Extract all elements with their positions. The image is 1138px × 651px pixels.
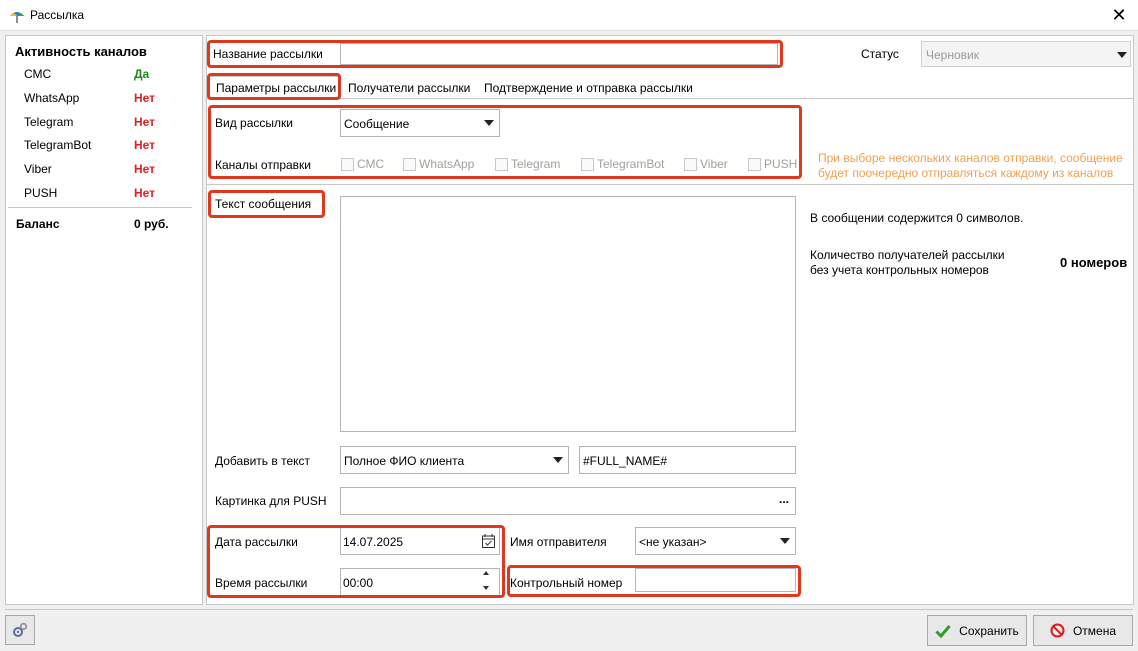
mailing-name-label: Название рассылки (213, 47, 323, 61)
send-channels-label: Каналы отправки (215, 158, 312, 172)
checkbox-whatsapp-label: WhatsApp (419, 157, 475, 171)
check-icon (935, 624, 951, 638)
section-divider (207, 184, 1133, 185)
checkbox-telegram[interactable] (495, 158, 508, 171)
checkbox-push[interactable] (748, 158, 761, 171)
push-image-field[interactable]: ... (340, 487, 796, 515)
gears-icon (13, 622, 28, 637)
channel-name-viber: Viber (24, 162, 52, 176)
cancel-icon (1050, 623, 1065, 638)
channel-status-sms: Да (134, 67, 150, 81)
channels-hint-line1: При выборе нескольких каналов отправки, … (818, 151, 1123, 165)
status-select[interactable]: Черновик (921, 41, 1131, 67)
mailing-type-value: Сообщение (344, 117, 410, 131)
close-icon: ✕ (1111, 5, 1127, 25)
spin-down-icon[interactable] (483, 586, 489, 590)
checkbox-viber[interactable] (684, 158, 697, 171)
channels-hint-line2: будет поочередно отправляться каждому из… (818, 166, 1114, 180)
checkbox-viber-label: Viber (700, 157, 728, 171)
message-text-area[interactable] (340, 196, 796, 432)
tab-recipients[interactable]: Получатели рассылки (348, 81, 470, 95)
checkbox-telegrambot[interactable] (581, 158, 594, 171)
placeholder-tag-field[interactable]: #FULL_NAME# (579, 446, 796, 474)
channel-status-viber: Нет (134, 162, 156, 176)
sender-name-select[interactable]: <не указан> (635, 527, 796, 555)
channel-status-whatsapp: Нет (134, 91, 156, 105)
spin-up-icon[interactable] (483, 571, 489, 575)
chevron-down-icon (553, 457, 563, 463)
channel-status-telegrambot: Нет (134, 138, 156, 152)
checkbox-push-label: PUSH (764, 157, 798, 171)
save-button-label: Сохранить (959, 623, 1019, 638)
tab-params-label: Параметры рассылки (216, 81, 337, 95)
cancel-button[interactable]: Отмена (1033, 615, 1133, 646)
message-text-label: Текст сообщения (215, 197, 312, 211)
channel-name-telegrambot: TelegramBot (24, 138, 92, 152)
channel-name-push: PUSH (24, 186, 58, 200)
checkbox-telegrambot-label: TelegramBot (597, 157, 665, 171)
add-to-text-value: Полное ФИО клиента (344, 454, 465, 468)
balance-value: 0 руб. (134, 217, 169, 231)
cancel-button-label: Отмена (1072, 623, 1117, 638)
send-date-label: Дата рассылки (215, 535, 298, 549)
mailing-type-label: Вид рассылки (215, 116, 293, 130)
send-date-picker[interactable]: 14.07.2025 (340, 527, 500, 555)
mailing-type-select[interactable]: Сообщение (340, 109, 500, 137)
channel-name-telegram: Telegram (24, 115, 74, 129)
add-to-text-label: Добавить в текст (215, 454, 310, 468)
checkbox-whatsapp[interactable] (403, 158, 416, 171)
title-bar (0, 0, 1138, 31)
send-time-value: 00:00 (343, 576, 374, 590)
checkbox-sms-label: СМС (357, 157, 385, 171)
add-to-text-select[interactable]: Полное ФИО клиента (340, 446, 569, 474)
footer-divider (5, 609, 1133, 610)
tab-params[interactable]: Параметры рассылки (208, 76, 341, 98)
channel-name-whatsapp: WhatsApp (24, 91, 80, 105)
app-umbrella-icon (10, 12, 24, 23)
send-date-value: 14.07.2025 (343, 535, 404, 549)
left-panel-divider (8, 207, 192, 208)
calendar-icon[interactable] (482, 534, 495, 548)
window-title: Рассылка (30, 8, 85, 22)
close-button[interactable]: ✕ (1100, 0, 1138, 31)
mailing-name-input[interactable] (340, 43, 778, 65)
control-number-label: Контрольный номер (510, 576, 623, 590)
recipients-count-label-line1: Количество получателей рассылки (810, 248, 1005, 262)
save-button[interactable]: Сохранить (927, 615, 1027, 646)
status-label: Статус (861, 47, 899, 61)
placeholder-tag-value: #FULL_NAME# (583, 454, 668, 468)
chevron-down-icon (1117, 52, 1127, 58)
char-count-text: В сообщении содержится 0 символов. (810, 211, 1024, 225)
tabs-divider (207, 98, 1133, 99)
settings-button[interactable] (5, 615, 35, 645)
sender-name-label: Имя отправителя (510, 535, 607, 549)
chevron-down-icon (484, 120, 494, 126)
chevron-down-icon (780, 538, 790, 544)
balance-label: Баланс (16, 217, 60, 231)
recipients-count-label-line2: без учета контрольных номеров (810, 263, 989, 277)
send-time-spinner[interactable]: 00:00 (340, 568, 500, 596)
sender-name-value: <не указан> (639, 535, 707, 549)
channel-activity-heading: Активность каналов (15, 44, 147, 59)
status-value: Черновик (926, 48, 979, 62)
control-number-input[interactable] (635, 568, 796, 592)
checkbox-sms[interactable] (341, 158, 354, 171)
send-time-label: Время рассылки (215, 576, 308, 590)
channel-status-push: Нет (134, 186, 156, 200)
tab-confirm-send[interactable]: Подтверждение и отправка рассылки (484, 81, 693, 95)
push-image-label: Картинка для PUSH (215, 494, 327, 508)
checkbox-telegram-label: Telegram (511, 157, 561, 171)
channel-status-telegram: Нет (134, 115, 156, 129)
recipients-count-value: 0 номеров (1060, 255, 1128, 270)
channel-name-sms: СМС (24, 67, 52, 81)
browse-button[interactable]: ... (779, 492, 789, 506)
